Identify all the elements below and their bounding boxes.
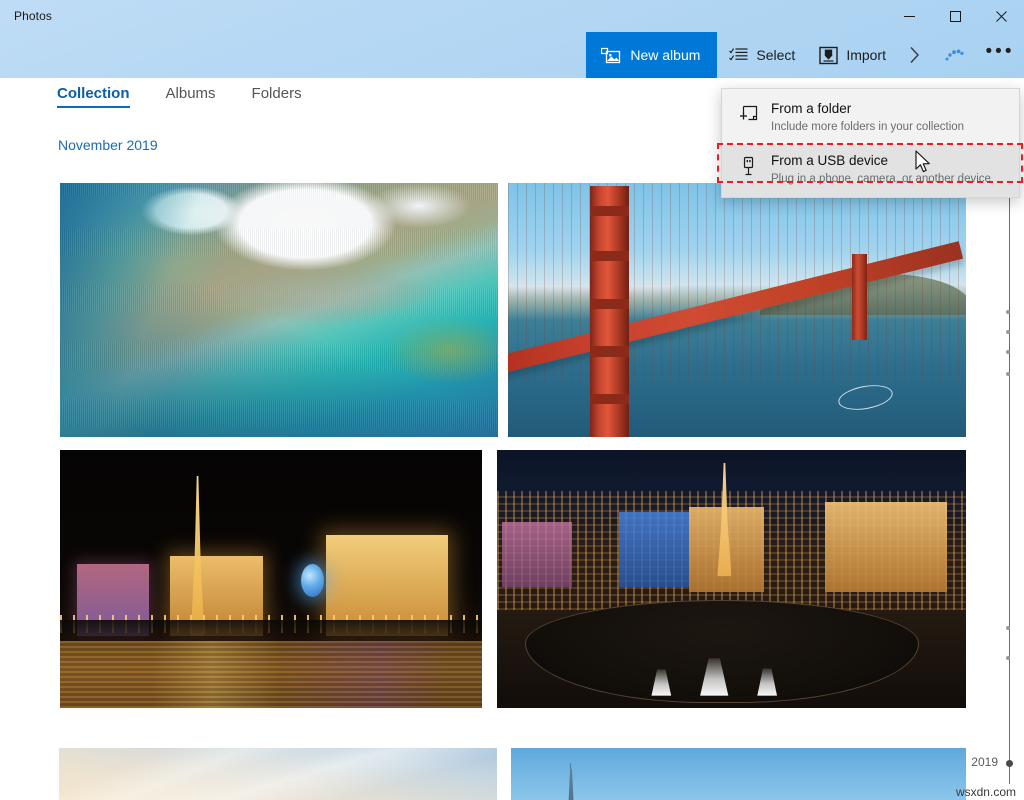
- chevron-right-icon: [910, 47, 919, 63]
- photo-las-vegas-paris-night[interactable]: [60, 450, 482, 708]
- photos-app-window: Photos New album Select Import ••• Colle…: [0, 0, 1024, 800]
- command-bar: New album Select Import •••: [586, 32, 1024, 78]
- close-button[interactable]: [978, 0, 1024, 32]
- title-bar: Photos New album Select Import •••: [0, 0, 1024, 78]
- photo-thumbnail: [497, 450, 966, 708]
- folder-add-icon: [738, 101, 758, 123]
- photo-paris-rooftops[interactable]: [59, 748, 497, 800]
- new-album-label: New album: [630, 47, 701, 63]
- photo-thumbnail: [59, 748, 497, 800]
- new-album-button[interactable]: New album: [586, 32, 718, 78]
- close-icon: [995, 10, 1007, 22]
- menu-item-from-a-usb-device[interactable]: From a USB device Plug in a phone, camer…: [722, 144, 1019, 197]
- photo-honolulu-aerial[interactable]: [60, 183, 498, 437]
- photo-thumbnail: [60, 450, 482, 708]
- app-title: Photos: [14, 9, 52, 23]
- photo-thumbnail: [511, 748, 966, 800]
- photo-bellagio-fountains[interactable]: [497, 450, 966, 708]
- photo-golden-gate-bridge[interactable]: [508, 183, 966, 437]
- select-label: Select: [756, 47, 796, 63]
- expand-chevron-button[interactable]: [898, 32, 932, 78]
- photo-thumbnail: [508, 183, 966, 437]
- photo-collection-area: November 2019: [0, 118, 1024, 800]
- menu-item-title: From a USB device: [771, 153, 889, 169]
- menu-item-from-a-folder[interactable]: From a folder Include more folders in yo…: [722, 92, 1019, 144]
- photo-eiffel-tower-sky[interactable]: [511, 748, 966, 800]
- loading-spinner-button: [932, 32, 976, 78]
- usb-device-icon: [738, 153, 758, 176]
- menu-item-subtitle: Include more folders in your collection: [771, 120, 965, 133]
- maximize-button[interactable]: [932, 0, 978, 32]
- tab-folders[interactable]: Folders: [252, 85, 302, 108]
- select-button[interactable]: Select: [717, 32, 807, 78]
- window-controls: [886, 0, 1024, 32]
- minimize-button[interactable]: [886, 0, 932, 32]
- maximize-icon: [949, 10, 961, 22]
- minimize-icon: [903, 15, 915, 17]
- tab-collection[interactable]: Collection: [57, 85, 130, 108]
- import-label: Import: [846, 47, 886, 63]
- tab-albums[interactable]: Albums: [166, 85, 216, 108]
- select-checklist-icon: [729, 47, 748, 63]
- loading-spinner-icon: [945, 49, 964, 61]
- import-dropdown-menu: From a folder Include more folders in yo…: [721, 88, 1020, 198]
- more-options-button[interactable]: •••: [976, 32, 1024, 78]
- photo-thumbnail: [60, 183, 498, 437]
- import-icon: [819, 46, 839, 65]
- menu-item-subtitle: Plug in a phone, camera, or another devi…: [771, 173, 991, 186]
- menu-item-text: From a folder Include more folders in yo…: [771, 101, 964, 134]
- import-button[interactable]: Import: [807, 32, 898, 78]
- menu-item-text: From a USB device Plug in a phone, camer…: [771, 153, 991, 186]
- menu-item-title: From a folder: [771, 101, 852, 116]
- watermark-text: wsxdn.com: [955, 785, 1016, 799]
- month-heading: November 2019: [58, 137, 158, 153]
- new-album-icon: [601, 46, 621, 64]
